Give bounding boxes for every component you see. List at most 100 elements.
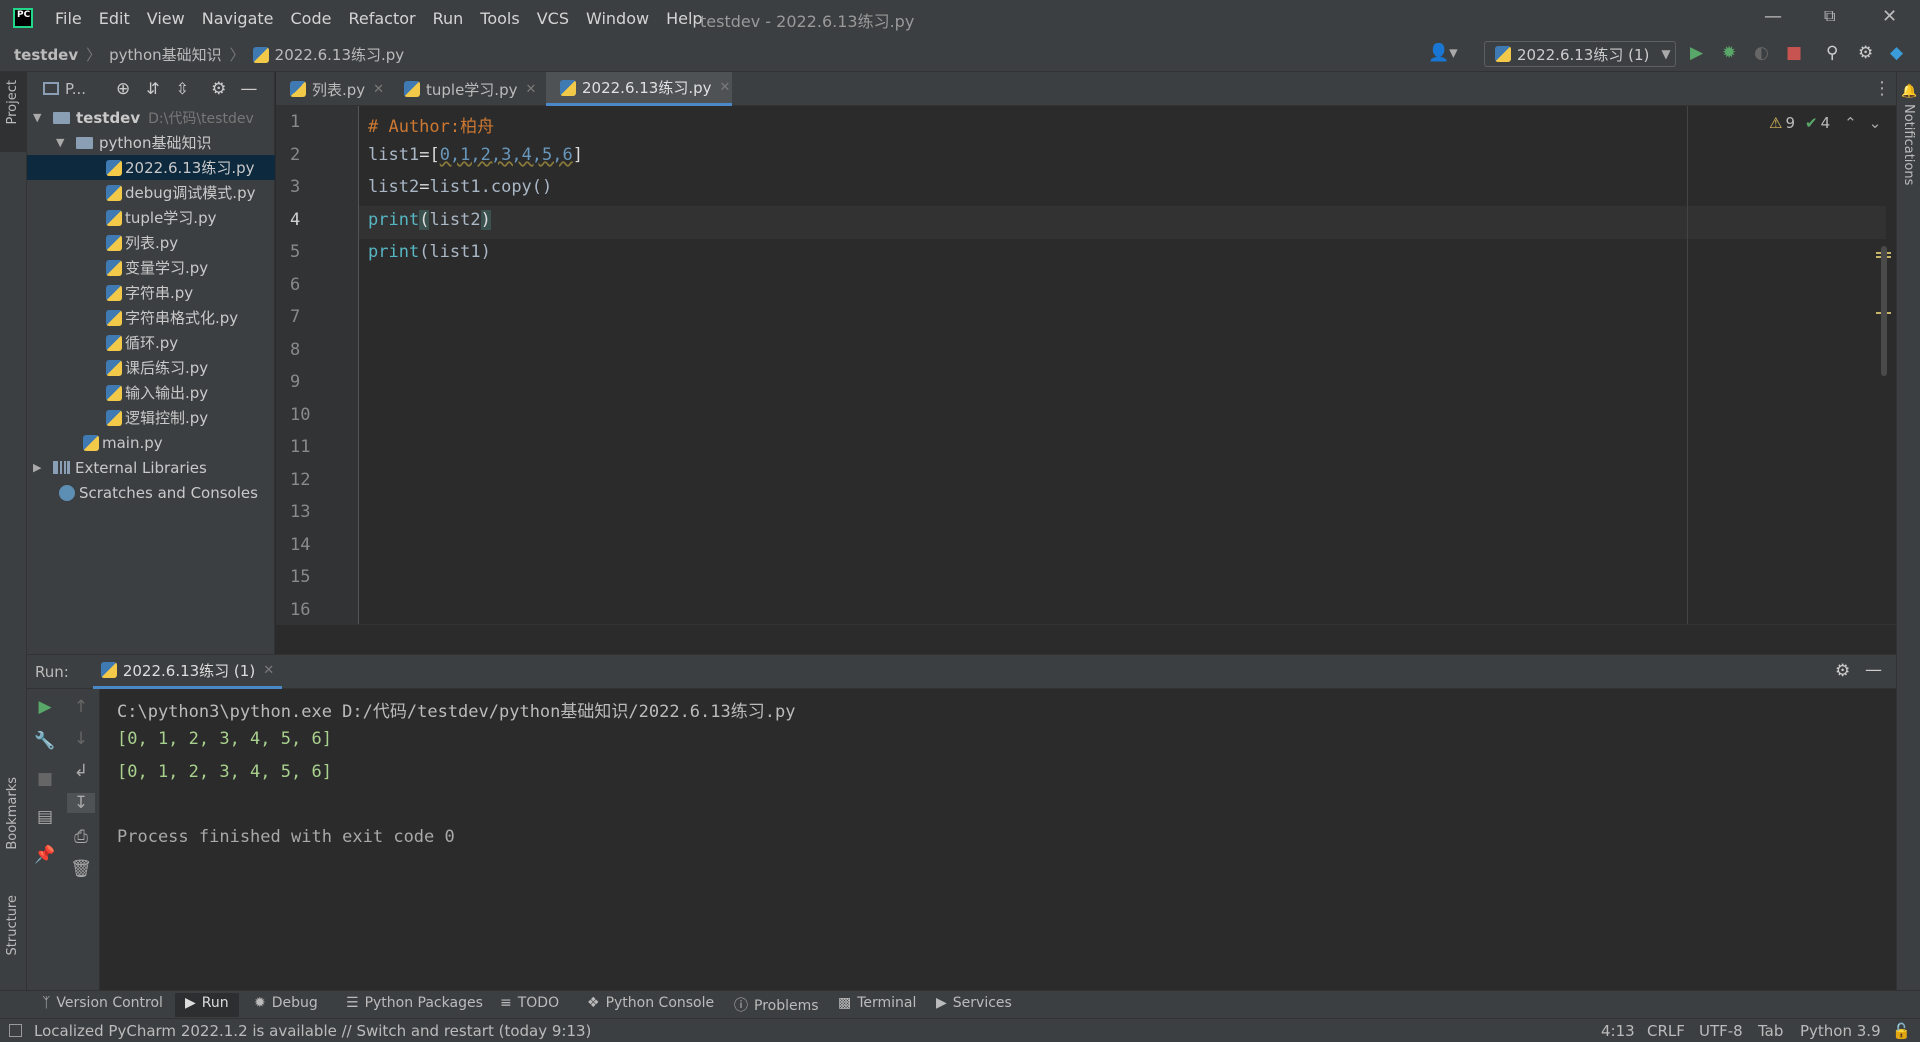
- menu-code[interactable]: Code: [291, 9, 332, 28]
- gear-icon[interactable]: ⚙: [211, 79, 226, 99]
- toolwindow-python-packages[interactable]: ☰ Python Packages: [346, 995, 483, 1011]
- menu-help[interactable]: Help: [666, 9, 702, 28]
- chevron-down-icon[interactable]: ▼: [33, 111, 47, 124]
- caret-position[interactable]: 4:13: [1601, 1022, 1635, 1040]
- down-arrow-icon[interactable]: ↓: [63, 729, 99, 749]
- menu-run[interactable]: Run: [433, 9, 464, 28]
- scroll-to-end-icon[interactable]: ↧: [67, 793, 95, 813]
- breadcrumb-file[interactable]: 2022.6.13练习.py: [275, 44, 405, 65]
- run-configuration-selector[interactable]: 2022.6.13练习 (1) ▼: [1484, 41, 1676, 67]
- run-icon[interactable]: ▶: [1690, 43, 1703, 63]
- tab-list-py[interactable]: 列表.py ✕: [276, 72, 388, 106]
- up-arrow-icon[interactable]: ↑: [63, 697, 99, 717]
- hide-icon[interactable]: —: [240, 79, 257, 99]
- tree-external-libraries[interactable]: ▶ External Libraries: [27, 455, 275, 480]
- horizontal-scroll-area[interactable]: [276, 624, 1920, 654]
- indent-setting[interactable]: Tab: [1758, 1022, 1783, 1040]
- breadcrumb-folder[interactable]: python基础知识: [109, 44, 221, 65]
- tree-file-item[interactable]: 逻辑控制.py: [27, 405, 275, 430]
- restore-icon[interactable]: ⧉: [1824, 6, 1835, 26]
- tree-scratches[interactable]: Scratches and Consoles: [27, 480, 275, 505]
- menu-view[interactable]: View: [147, 9, 185, 28]
- soft-wrap-icon[interactable]: ↲: [63, 761, 99, 781]
- locate-icon[interactable]: ⊕: [116, 79, 130, 99]
- stop-icon[interactable]: ■: [27, 769, 63, 789]
- python-interpreter[interactable]: Python 3.9: [1800, 1022, 1881, 1040]
- debug-icon[interactable]: ✹: [1722, 43, 1736, 63]
- expand-all-icon[interactable]: ⇵: [146, 79, 159, 98]
- wrench-icon[interactable]: 🔧: [27, 731, 63, 751]
- tree-file-item[interactable]: 变量学习.py: [27, 255, 275, 280]
- vertical-scrollbar[interactable]: [1881, 246, 1887, 376]
- minimize-icon[interactable]: —: [1764, 6, 1782, 27]
- gear-icon[interactable]: ⚙: [1858, 43, 1873, 63]
- coverage-icon[interactable]: ◐: [1754, 43, 1769, 63]
- tree-file-item[interactable]: tuple学习.py: [27, 205, 275, 230]
- previous-highlight-icon[interactable]: ⌃: [1844, 114, 1857, 132]
- status-message[interactable]: Localized PyCharm 2022.1.2 is available …: [34, 1022, 591, 1040]
- tree-file-item[interactable]: 输入输出.py: [27, 380, 275, 405]
- stop-icon[interactable]: ■: [1786, 43, 1802, 63]
- gear-icon[interactable]: ⚙: [1835, 661, 1850, 681]
- notifications-stripe-label[interactable]: Notifications: [1901, 104, 1916, 185]
- tab-2022-6-13-py[interactable]: 2022.6.13练习.py ✕: [546, 72, 732, 106]
- project-view-selector[interactable]: P...: [65, 80, 86, 98]
- breadcrumb-project[interactable]: testdev: [14, 46, 78, 64]
- toolwindow-run[interactable]: ▶ Run: [175, 993, 239, 1017]
- toolwindow-services[interactable]: ▶ Services: [936, 995, 1012, 1011]
- tree-file-item[interactable]: 2022.6.13练习.py: [27, 155, 275, 180]
- lock-icon[interactable]: 🔓: [1892, 1022, 1911, 1040]
- menu-file[interactable]: File: [55, 9, 82, 28]
- menu-window[interactable]: Window: [586, 9, 649, 28]
- trash-icon[interactable]: 🗑: [63, 859, 99, 879]
- run-tab[interactable]: 2022.6.13练习 (1) ✕: [92, 655, 283, 689]
- account-icon[interactable]: 👤▾: [1428, 43, 1458, 63]
- file-encoding[interactable]: UTF-8: [1699, 1022, 1743, 1040]
- toolwindow-python-console[interactable]: ❖ Python Console: [587, 995, 714, 1011]
- layout-icon[interactable]: ▤: [27, 807, 63, 827]
- tree-file-item[interactable]: 课后练习.py: [27, 355, 275, 380]
- chevron-right-icon[interactable]: ▶: [33, 461, 47, 474]
- hide-icon[interactable]: —: [1865, 660, 1882, 680]
- toolwindow-version-control[interactable]: ᛉ Version Control: [42, 995, 163, 1011]
- menu-vcs[interactable]: VCS: [537, 9, 569, 28]
- toolwindow-terminal[interactable]: ▩ Terminal: [838, 995, 916, 1011]
- jetbrains-toolbox-icon[interactable]: ◆: [1890, 43, 1903, 63]
- chevron-down-icon[interactable]: ▼: [56, 136, 70, 149]
- search-icon[interactable]: ⚲: [1826, 43, 1838, 63]
- menu-refactor[interactable]: Refactor: [348, 9, 415, 28]
- project-stripe-button[interactable]: Project: [0, 72, 27, 152]
- close-tab-icon[interactable]: ✕: [720, 80, 731, 95]
- tree-folder-python[interactable]: ▼ python基础知识: [27, 130, 275, 155]
- toolwindow-todo[interactable]: ≡ TODO: [500, 995, 559, 1011]
- inspection-widget[interactable]: ⚠ 9 ✔ 4 ⌃ ⌄: [1769, 114, 1881, 132]
- tree-file-item[interactable]: 列表.py: [27, 230, 275, 255]
- menu-tools[interactable]: Tools: [480, 9, 519, 28]
- next-highlight-icon[interactable]: ⌄: [1869, 114, 1882, 132]
- more-tabs-icon[interactable]: ⋮: [1873, 78, 1891, 99]
- close-tab-icon[interactable]: ✕: [263, 663, 274, 678]
- rerun-icon[interactable]: ▶: [27, 697, 63, 717]
- collapse-all-icon[interactable]: ⇳: [176, 79, 189, 98]
- menu-navigate[interactable]: Navigate: [202, 9, 274, 28]
- tree-file-item[interactable]: debug调试模式.py: [27, 180, 275, 205]
- line-separator[interactable]: CRLF: [1647, 1022, 1685, 1040]
- toggle-tool-windows-icon[interactable]: [9, 1024, 22, 1037]
- toolwindow-debug[interactable]: ✹ Debug: [254, 995, 318, 1011]
- code-editor[interactable]: 1 2 3 4 5 6 7 8 9 10 11 12 13 14 15 16 #…: [276, 106, 1920, 654]
- menu-edit[interactable]: Edit: [99, 9, 130, 28]
- close-icon[interactable]: ✕: [1882, 6, 1897, 27]
- bookmarks-stripe-label[interactable]: Bookmarks: [5, 777, 20, 850]
- tab-tuple-py[interactable]: tuple学习.py ✕: [390, 72, 546, 106]
- tree-file-item[interactable]: 循环.py: [27, 330, 275, 355]
- toolwindow-problems[interactable]: ⓘ Problems: [734, 995, 819, 1015]
- print-icon[interactable]: ⎙: [63, 827, 99, 847]
- bell-icon[interactable]: 🔔: [1901, 84, 1917, 99]
- close-tab-icon[interactable]: ✕: [525, 82, 536, 97]
- pin-icon[interactable]: 📌: [27, 845, 63, 865]
- tree-file-main[interactable]: main.py: [27, 430, 275, 455]
- tree-root-testdev[interactable]: ▼ testdev D:\代码\testdev: [27, 105, 275, 130]
- tree-file-item[interactable]: 字符串格式化.py: [27, 305, 275, 330]
- tree-file-item[interactable]: 字符串.py: [27, 280, 275, 305]
- structure-stripe-label[interactable]: Structure: [5, 895, 20, 955]
